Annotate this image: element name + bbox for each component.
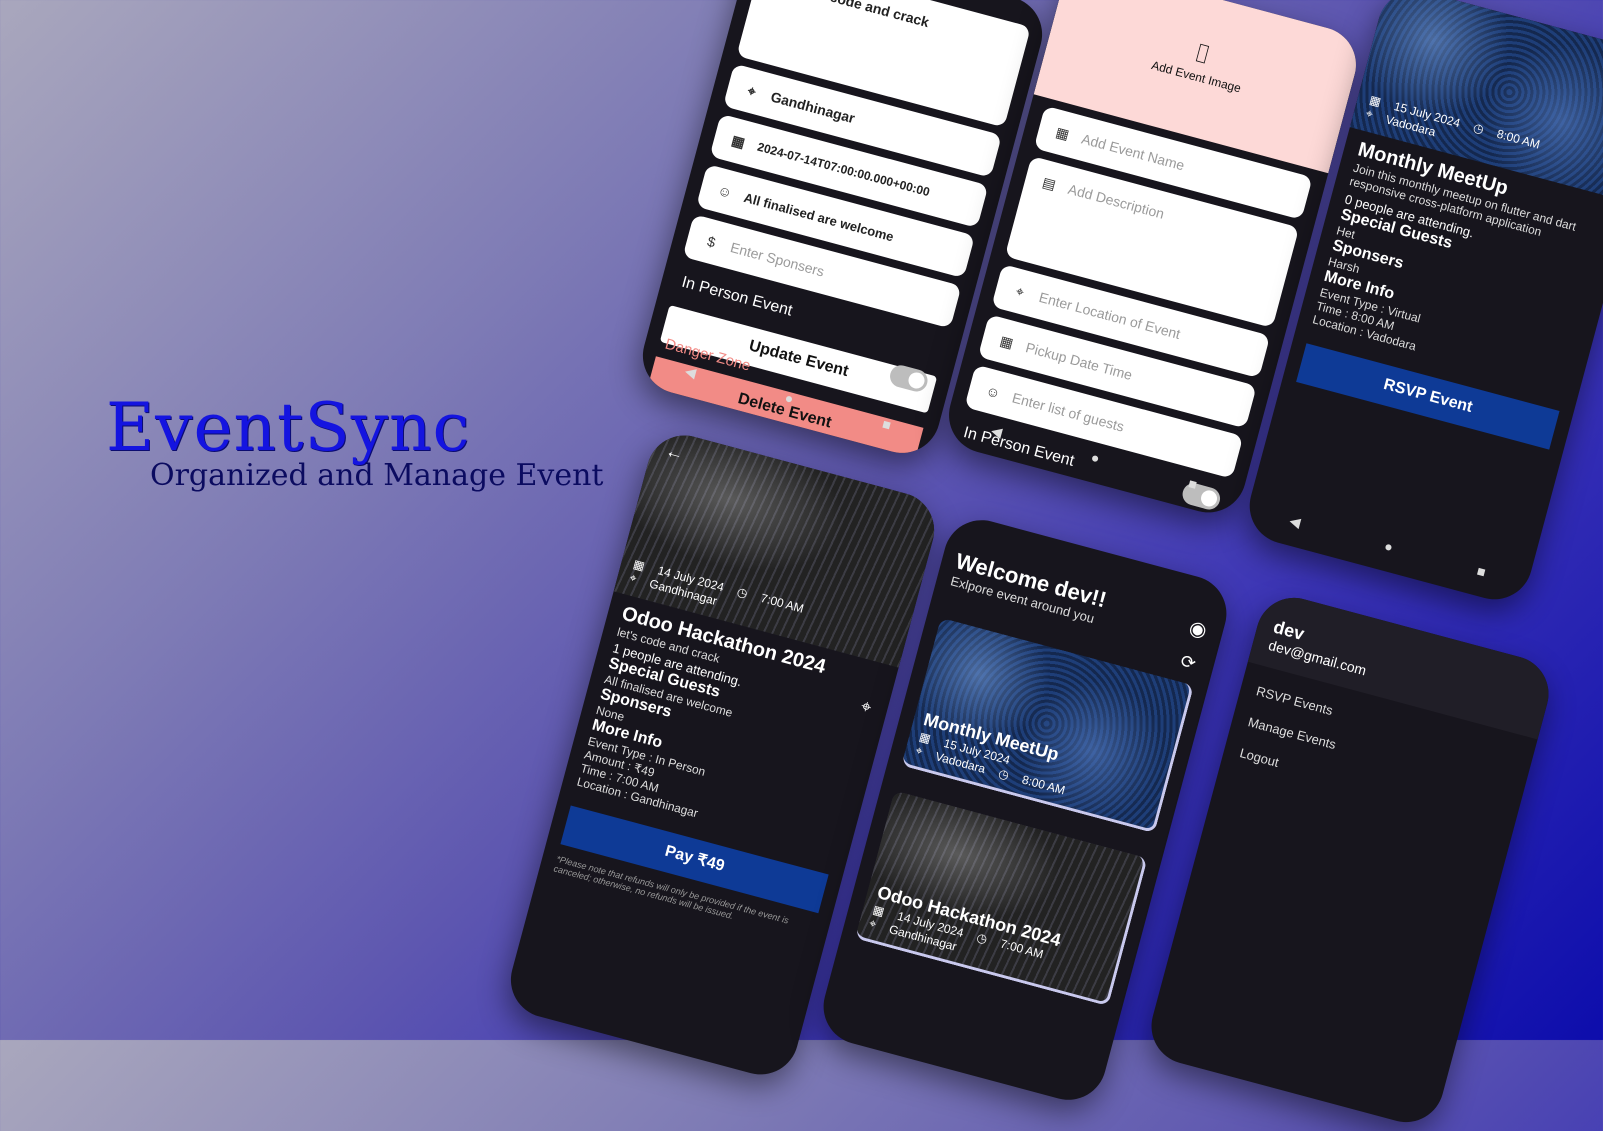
event-card[interactable]: Odoo Hackathon 2024 ▦ 14 July 2024 ◷ 7:0… [854,790,1148,1007]
location-pin-icon: ⌖ [914,742,925,759]
nav-home-icon[interactable]: ● [1089,449,1101,467]
calendar-icon: ▦ [998,332,1016,352]
nav-recents-icon[interactable]: ■ [881,415,893,433]
location-pin-icon: ⌖ [628,570,639,586]
clock-icon: ◷ [996,765,1011,782]
back-arrow-icon[interactable]: ← [663,440,686,465]
nav-home-icon[interactable]: ● [1383,538,1395,556]
clock-icon: ◷ [735,584,750,601]
system-nav-bar: ◀ ● ■ [1241,484,1534,607]
refresh-icon[interactable]: ⟳ [1178,651,1198,674]
location-pin-icon: ⌖ [745,82,758,100]
description-placeholder: Add Description [1066,180,1166,222]
calendar-icon: ▦ [729,131,747,151]
nav-back-icon[interactable]: ◀ [1288,512,1303,531]
nav-recents-icon[interactable]: ■ [1187,475,1199,493]
description-value: let's code and crack [798,0,931,31]
location-value: Gandhinagar [769,88,857,127]
clock-icon: ◷ [975,930,989,947]
dollar-icon: $ [705,232,718,251]
add-photo-icon: ⌷ [1191,37,1214,71]
document-icon: ▤ [1040,173,1058,193]
location-pin-icon: ⌖ [1014,282,1027,301]
people-icon: ☺ [984,382,1003,402]
nav-home-icon[interactable]: ● [783,389,795,407]
location-pin-icon: ⌖ [867,915,878,932]
nav-back-icon[interactable]: ◀ [989,422,1005,441]
location-pin-icon: ⌖ [1364,106,1375,122]
date-placeholder: Pickup Date Time [1023,339,1135,384]
clock-icon: ◷ [1471,120,1486,137]
nav-recents-icon[interactable]: ■ [1475,562,1487,580]
people-icon: ☺ [715,181,734,202]
event-name-placeholder: Add Event Name [1079,130,1187,174]
nav-back-icon[interactable]: ◀ [683,362,699,381]
calendar-icon: ▦ [1054,123,1072,143]
sponsors-placeholder: Enter Sponsers [728,239,827,280]
